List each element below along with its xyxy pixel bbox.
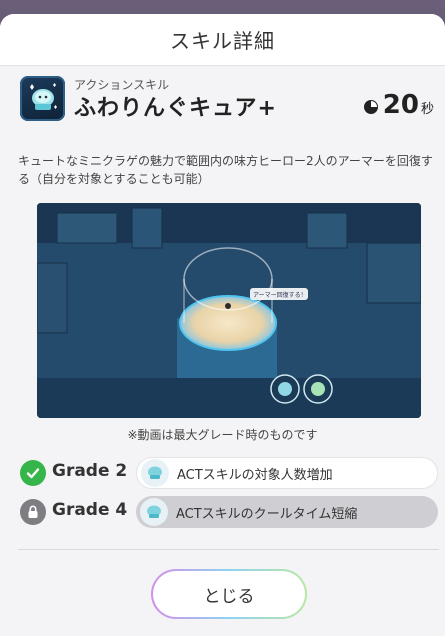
skill-name: ふわりんぐキュア+: [74, 96, 277, 121]
check-icon: [20, 460, 46, 486]
skill-preview-video[interactable]: アーマー回復する！: [37, 203, 421, 418]
grade-row-4: Grade 4 ACTスキルのクールタイム短縮: [20, 496, 440, 528]
grade-effect-pill[interactable]: ACTスキルの対象人数増加: [136, 457, 438, 489]
clock-icon: [363, 100, 378, 114]
preview-scene: アーマー回復する！: [37, 203, 421, 418]
skill-description: キュートなミニクラゲの魅力で範囲内の味方ヒーロー2人のアーマーを回復する（自分を…: [18, 154, 433, 186]
video-note: ※動画は最大グレード時のものです: [127, 428, 318, 442]
healing-jellyfish-icon: [141, 459, 169, 487]
healing-jellyfish-icon: [20, 76, 65, 121]
dialog-header: スキル詳細: [0, 14, 445, 66]
close-button[interactable]: とじる: [151, 569, 307, 619]
dialog-title: スキル詳細: [170, 29, 275, 53]
healing-jellyfish-icon: [140, 498, 168, 526]
cooldown: 20 秒: [363, 90, 434, 120]
grade-label: Grade 4: [52, 500, 128, 520]
cooldown-value: 20: [382, 90, 419, 120]
divider: [18, 549, 439, 550]
grade-effect-text: ACTスキルのクールタイム短縮: [176, 506, 358, 522]
grade-effect-text: ACTスキルの対象人数増加: [177, 467, 333, 483]
cooldown-unit: 秒: [420, 102, 434, 117]
grade-label: Grade 2: [52, 461, 128, 481]
grade-effect-pill[interactable]: ACTスキルのクールタイム短縮: [136, 496, 438, 528]
grade-row-2: Grade 2 ACTスキルの対象人数増加: [20, 457, 440, 489]
lock-icon: [20, 499, 46, 525]
skill-summary: アクションスキル ふわりんぐキュア+ 20 秒: [20, 76, 440, 126]
preview-popup-label: アーマー回復する！: [253, 291, 307, 299]
